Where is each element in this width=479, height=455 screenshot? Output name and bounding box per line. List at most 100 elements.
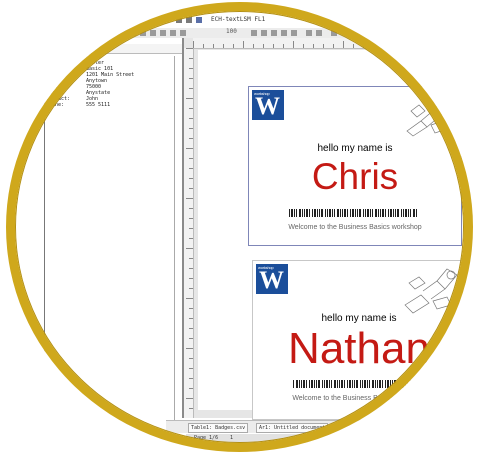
barcode-bar [372, 380, 374, 388]
barcode-bar [347, 209, 348, 217]
text-icon[interactable] [180, 30, 186, 36]
zoom-in-icon[interactable] [306, 30, 312, 36]
barcode-bar [341, 380, 343, 388]
barcode-bar [402, 380, 404, 388]
ruler-tick [253, 44, 254, 48]
zoomed-screenshot-viewport: ECH-textLSM FL1 100 Name Name Name: Chris… [6, 2, 473, 452]
ruler-tick [453, 44, 454, 48]
barcode-bar [369, 380, 370, 388]
barcode-bar [365, 209, 366, 217]
ruler-tick [189, 318, 193, 319]
copy-icon[interactable] [120, 30, 126, 36]
badge-name: Nathan [288, 324, 430, 373]
barcode-bar [321, 209, 323, 217]
ruler-tick [189, 308, 193, 309]
barcode-bar [342, 209, 343, 217]
barcode-bar [363, 209, 364, 217]
barcode-bar [332, 209, 333, 217]
ruler-tick [189, 218, 193, 219]
barcode-bar [339, 380, 340, 388]
ruler-tick [189, 108, 193, 109]
scrollbar-track[interactable] [174, 56, 175, 426]
tools-sketch-icon [406, 96, 454, 137]
ruler-tick [413, 44, 414, 48]
barcode-bar [334, 380, 336, 388]
open-icon[interactable] [80, 30, 86, 36]
barcode-bar [388, 209, 389, 217]
new-icon[interactable] [70, 30, 76, 36]
barcode-bar [318, 380, 320, 388]
barcode-bar [296, 209, 297, 217]
zoom-value[interactable]: 100 [226, 28, 237, 35]
badge-name: Chris [311, 156, 399, 197]
maximize-icon[interactable] [186, 17, 192, 23]
zoom-indicator[interactable]: 1 [230, 435, 233, 441]
barcode-bar [390, 209, 392, 217]
barcode-bar [398, 380, 399, 388]
horizontal-ruler [193, 38, 473, 49]
barcode [289, 209, 417, 217]
barcode-bar [379, 380, 381, 388]
tab-document[interactable]: Ar1: Untitled document [256, 423, 329, 433]
barcode-bar [356, 380, 358, 388]
field-value: 555 5111 [86, 102, 111, 108]
ruler-tick [189, 238, 193, 239]
column-header-key[interactable]: Name [46, 44, 58, 50]
column-divider [44, 56, 45, 426]
table-row[interactable]: Phone: 555 5111 [46, 102, 166, 108]
name-badge-card[interactable]: workshop W hello my name is Nathan Welco… [252, 260, 466, 420]
barcode-bar [355, 209, 356, 217]
barcode-bar [349, 380, 351, 388]
ellipse-icon[interactable] [271, 30, 277, 36]
barcode-bar [382, 380, 383, 388]
ruler-tick [189, 168, 193, 169]
save-icon[interactable] [90, 30, 96, 36]
barcode-bar [306, 209, 308, 217]
barcode-bar [413, 209, 415, 217]
ruler-tick [313, 44, 314, 48]
barcode-bar [299, 209, 301, 217]
barcode-bar [392, 380, 393, 388]
barcode-bar [380, 209, 381, 217]
tab-table[interactable]: Table1: Badges.csv [188, 423, 249, 433]
barcode-bar [413, 380, 414, 388]
barcode-bar [410, 380, 412, 388]
ruler-tick [186, 298, 193, 299]
ruler-tick [273, 44, 274, 48]
barcode-bar [329, 380, 330, 388]
paste-icon[interactable] [130, 30, 136, 36]
barcode-bar [354, 380, 355, 388]
table-header: Name Name [44, 44, 182, 54]
ruler-tick [189, 328, 193, 329]
print-icon[interactable] [100, 30, 106, 36]
barcode-tool-icon[interactable] [281, 30, 287, 36]
ruler-tick [189, 258, 193, 259]
ruler-tick [189, 138, 193, 139]
barcode-bar [415, 380, 416, 388]
ruler-tick [443, 41, 444, 48]
help-icon[interactable] [331, 30, 337, 36]
ruler-tick [189, 88, 193, 89]
undo-icon[interactable] [140, 30, 146, 36]
barcode-bar [385, 209, 386, 217]
cut-icon[interactable] [110, 30, 116, 36]
page-indicator[interactable]: Page 1/6 [194, 435, 218, 441]
rect-icon[interactable] [261, 30, 267, 36]
line-icon[interactable] [251, 30, 257, 36]
barcode-bar [377, 380, 378, 388]
barcode-bar [375, 209, 377, 217]
ruler-tick [223, 44, 224, 48]
zoom-out-icon[interactable] [316, 30, 322, 36]
grid-icon[interactable] [170, 30, 176, 36]
ruler-tick [333, 44, 334, 48]
status-bar: Page 1/6 1 [186, 434, 316, 443]
column-header-value[interactable]: Name [86, 44, 98, 50]
barcode-bar [322, 380, 323, 388]
align-icon[interactable] [160, 30, 166, 36]
barcode-bar [410, 209, 411, 217]
image-tool-icon[interactable] [291, 30, 297, 36]
minimize-icon[interactable] [176, 17, 182, 23]
ruler-tick [189, 358, 193, 359]
redo-icon[interactable] [150, 30, 156, 36]
name-badge-card[interactable]: workshop W hello my name is Chris Welcom… [248, 86, 462, 246]
